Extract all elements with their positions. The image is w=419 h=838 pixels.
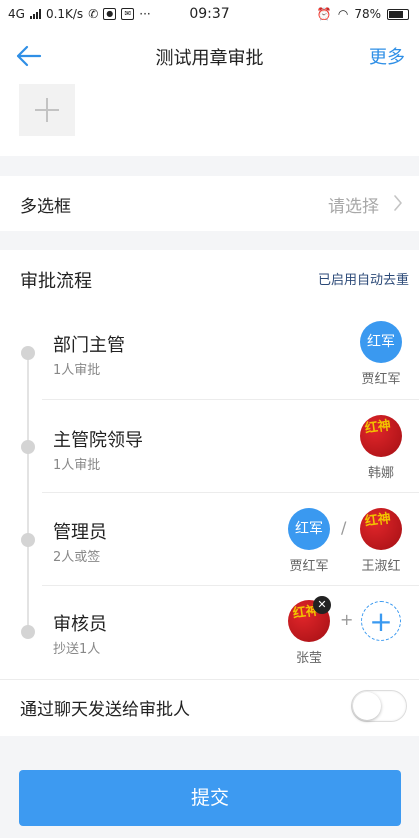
approver-name: 韩娜 — [367, 466, 394, 481]
timeline-dot — [21, 440, 35, 454]
chevron-right-icon — [394, 195, 402, 211]
approver[interactable]: 红神 王淑红 — [353, 508, 409, 574]
approver[interactable]: 红军 贾红军 — [281, 508, 337, 574]
multi-select-placeholder: 请选择 — [328, 197, 379, 217]
step-name: 审核员 — [53, 614, 107, 635]
flow-step: 管理员 2人或签 红军 贾红军 / 红神 王淑红 — [0, 493, 419, 586]
alarm-icon: ⏰ — [316, 7, 332, 21]
avatar: 红神 — [360, 508, 402, 550]
step-subtitle: 1人审批 — [53, 458, 101, 473]
remove-icon[interactable]: ✕ — [313, 596, 331, 614]
avatar: 红军 — [288, 508, 330, 550]
send-via-chat-row: 通过聊天发送给审批人 — [0, 680, 419, 736]
approver[interactable]: 红军 贾红军 — [353, 321, 409, 387]
flow-step: 审核员 抄送1人 红神 ✕ 张莹 + + — [0, 586, 419, 680]
more-button[interactable]: 更多 — [369, 43, 405, 69]
cc-name: 张莹 — [295, 651, 322, 666]
add-attachment-button[interactable] — [19, 84, 75, 136]
add-cc-button[interactable]: + — [353, 601, 409, 641]
approval-flow-section: 审批流程 已启用自动去重 部门主管 1人审批 红军 贾红军 主管院领导 1人审批… — [0, 250, 419, 736]
approver[interactable]: 红神 韩娜 — [353, 415, 409, 481]
flow-step: 主管院领导 1人审批 红神 韩娜 — [0, 400, 419, 493]
or-separator: / — [341, 518, 347, 537]
step-subtitle: 抄送1人 — [53, 642, 101, 657]
step-name: 部门主管 — [53, 335, 125, 356]
avatar-art: 红神 — [364, 418, 392, 437]
cc-recipient[interactable]: 红神 ✕ 张莹 — [281, 596, 337, 666]
send-via-chat-toggle[interactable] — [351, 690, 407, 722]
approval-flow-title: 审批流程 — [20, 271, 92, 292]
status-bar: 4G 0.1K/s ✆ ● ✉ ··· 09:37 ⏰ ◠ 78% — [0, 0, 419, 30]
battery-percent: 78% — [354, 7, 381, 21]
approver-name: 王淑红 — [361, 559, 401, 574]
timeline-dot — [21, 533, 35, 547]
timeline-dot — [21, 346, 35, 360]
multi-select-label: 多选框 — [20, 197, 71, 217]
step-name: 主管院领导 — [53, 430, 143, 451]
add-icon: + — [361, 601, 401, 641]
submit-button[interactable]: 提交 — [19, 770, 401, 826]
approver-name: 贾红军 — [361, 372, 401, 387]
timeline-dot — [21, 625, 35, 639]
status-right: ⏰ ◠ 78% — [317, 7, 409, 21]
add-separator: + — [340, 610, 354, 629]
avatar: 红神 — [360, 415, 402, 457]
avatar: 红军 — [360, 321, 402, 363]
wifi-icon: ◠ — [337, 7, 349, 21]
plus-icon-vertical — [46, 98, 48, 122]
page-title: 测试用章审批 — [155, 48, 264, 69]
flow-step: 部门主管 1人审批 红军 贾红军 — [0, 305, 419, 400]
step-subtitle: 2人或签 — [53, 550, 101, 565]
auto-dedup-note: 已启用自动去重 — [317, 273, 409, 288]
send-via-chat-label: 通过聊天发送给审批人 — [20, 700, 190, 720]
step-subtitle: 1人审批 — [53, 363, 101, 378]
step-name: 管理员 — [53, 522, 107, 543]
battery-icon — [387, 8, 409, 20]
avatar-art: 红神 — [364, 511, 392, 530]
multi-select-row[interactable]: 多选框 请选择 — [0, 176, 419, 231]
attachment-section — [0, 82, 419, 156]
approver-name: 贾红军 — [289, 559, 329, 574]
navigation-bar: 测试用章审批 更多 — [0, 30, 419, 82]
toggle-knob — [353, 692, 381, 720]
